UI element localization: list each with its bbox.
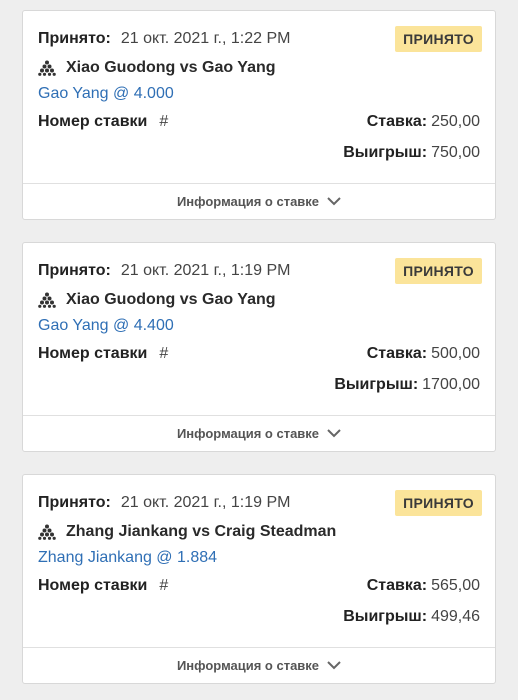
bet-number-redacted <box>172 112 283 132</box>
match-row: Xiao Guodong vs Gao Yang <box>38 290 276 310</box>
stake-value: 250,00 <box>431 113 480 130</box>
bet-card-body: Принято: 21 окт. 2021 г., 1:22 PM ПРИНЯТО… <box>23 11 495 183</box>
stake-label: Ставка: <box>366 577 428 594</box>
match-row: Zhang Jiankang vs Craig Steadman <box>38 522 336 542</box>
stake-value: 565,00 <box>431 577 480 594</box>
status-badge: ПРИНЯТО <box>395 26 482 52</box>
accepted-label: Принято: <box>38 30 111 47</box>
win-value: 1700,00 <box>422 376 480 393</box>
bet-number-row: Номер ставки # <box>38 112 283 132</box>
bet-pick: Gao Yang @ 4.000 <box>38 85 174 102</box>
stake-row: Ставка: 500,00 <box>367 344 480 364</box>
bet-number-label: Номер ставки <box>38 345 148 363</box>
win-row: Выигрыш: 1700,00 <box>334 375 480 395</box>
bet-details-label: Информация о ставке <box>176 426 320 441</box>
accepted-row: Принято: 21 окт. 2021 г., 1:19 PM <box>38 493 290 513</box>
bet-card-body: Принято: 21 окт. 2021 г., 1:19 PM ПРИНЯТО… <box>23 243 495 415</box>
match-row: Xiao Guodong vs Gao Yang <box>38 58 276 78</box>
win-label: Выигрыш: <box>343 144 428 161</box>
accepted-date: 21 окт. 2021 г., 1:19 PM <box>120 494 291 511</box>
bet-card: Принято: 21 окт. 2021 г., 1:22 PM ПРИНЯТО… <box>22 10 496 220</box>
bet-pick: Gao Yang @ 4.400 <box>38 317 174 334</box>
snooker-balls-icon <box>38 292 56 308</box>
status-badge: ПРИНЯТО <box>395 490 482 516</box>
chevron-down-icon <box>327 197 341 206</box>
bet-number-hash: # <box>159 345 169 363</box>
bet-details-toggle[interactable]: Информация о ставке <box>23 415 495 451</box>
stake-row: Ставка: 565,00 <box>367 576 480 596</box>
bet-number-label: Номер ставки <box>38 113 148 131</box>
match-title: Zhang Jiankang vs Craig Steadman <box>66 523 337 540</box>
bet-number-hash: # <box>159 577 169 595</box>
bet-number-label: Номер ставки <box>38 577 148 595</box>
stake-row: Ставка: 250,00 <box>367 112 480 132</box>
accepted-row: Принято: 21 окт. 2021 г., 1:22 PM <box>38 29 290 49</box>
status-badge: ПРИНЯТО <box>395 258 482 284</box>
bet-card-body: Принято: 21 окт. 2021 г., 1:19 PM ПРИНЯТО… <box>23 475 495 647</box>
win-label: Выигрыш: <box>343 608 428 625</box>
bet-details-label: Информация о ставке <box>176 658 320 673</box>
stake-value: 500,00 <box>431 345 480 362</box>
bet-number-row: Номер ставки # <box>38 344 283 364</box>
accepted-label: Принято: <box>38 262 111 279</box>
win-label: Выигрыш: <box>334 376 419 393</box>
match-title: Xiao Guodong vs Gao Yang <box>66 59 276 76</box>
stake-label: Ставка: <box>366 345 428 362</box>
chevron-down-icon <box>327 661 341 670</box>
snooker-balls-icon <box>38 60 56 76</box>
bet-details-toggle[interactable]: Информация о ставке <box>23 647 495 683</box>
win-row: Выигрыш: 750,00 <box>343 143 480 163</box>
win-row: Выигрыш: 499,46 <box>343 607 480 627</box>
chevron-down-icon <box>327 429 341 438</box>
bet-number-hash: # <box>159 113 169 131</box>
accepted-row: Принято: 21 окт. 2021 г., 1:19 PM <box>38 261 290 281</box>
match-title: Xiao Guodong vs Gao Yang <box>66 291 276 308</box>
bet-number-row: Номер ставки # <box>38 576 283 596</box>
bet-details-label: Информация о ставке <box>176 194 320 209</box>
win-value: 499,46 <box>431 608 480 625</box>
bet-details-toggle[interactable]: Информация о ставке <box>23 183 495 219</box>
stake-label: Ставка: <box>366 113 428 130</box>
win-value: 750,00 <box>431 144 480 161</box>
accepted-date: 21 окт. 2021 г., 1:22 PM <box>120 30 291 47</box>
bet-card: Принято: 21 окт. 2021 г., 1:19 PM ПРИНЯТО… <box>22 474 496 684</box>
bet-pick: Zhang Jiankang @ 1.884 <box>38 549 218 566</box>
bet-number-redacted <box>172 576 283 596</box>
bet-number-redacted <box>172 344 283 364</box>
accepted-label: Принято: <box>38 494 111 511</box>
bet-card: Принято: 21 окт. 2021 г., 1:19 PM ПРИНЯТО… <box>22 242 496 452</box>
accepted-date: 21 окт. 2021 г., 1:19 PM <box>120 262 291 279</box>
snooker-balls-icon <box>38 524 56 540</box>
